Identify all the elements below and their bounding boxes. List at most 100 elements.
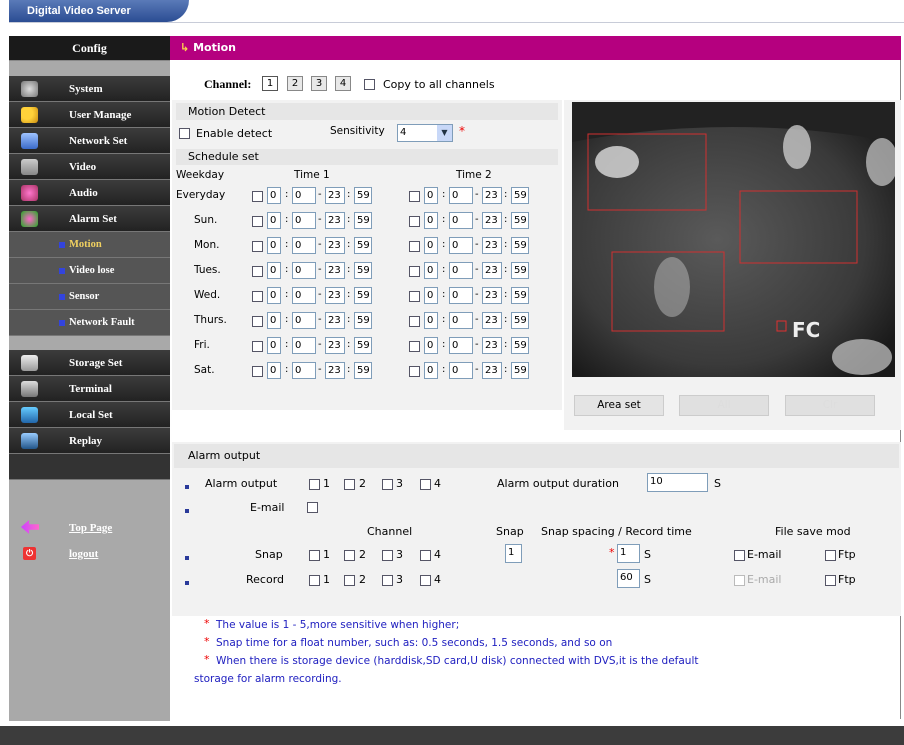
schedule-time-field[interactable]: 0 — [449, 312, 473, 329]
schedule-time-field[interactable]: 0 — [424, 262, 438, 279]
schedule-enable-checkbox-1[interactable] — [252, 241, 263, 252]
record-email-checkbox[interactable] — [734, 575, 745, 586]
channel-button-1[interactable]: 1 — [262, 76, 278, 91]
schedule-time-field[interactable]: 0 — [449, 362, 473, 379]
record-checkbox-3[interactable] — [382, 575, 393, 586]
schedule-enable-checkbox-1[interactable] — [252, 266, 263, 277]
schedule-time-field[interactable]: 23 — [325, 312, 345, 329]
schedule-time-field[interactable]: 59 — [511, 337, 529, 354]
schedule-time-field[interactable]: 0 — [449, 187, 473, 204]
schedule-enable-checkbox-1[interactable] — [252, 316, 263, 327]
schedule-time-field[interactable]: 0 — [267, 212, 281, 229]
alarm-output-checkbox-2[interactable] — [344, 479, 355, 490]
schedule-enable-checkbox-2[interactable] — [409, 366, 420, 377]
snap-count-input[interactable]: 1 — [505, 544, 522, 563]
sidebar-sub-video-lose[interactable]: Video lose — [9, 258, 170, 284]
snap-ftp-checkbox[interactable] — [825, 550, 836, 561]
schedule-enable-checkbox-1[interactable] — [252, 341, 263, 352]
schedule-time-field[interactable]: 59 — [511, 187, 529, 204]
sidebar-sub-motion[interactable]: Motion — [9, 232, 170, 258]
schedule-time-field[interactable]: 23 — [325, 362, 345, 379]
duration-input[interactable]: 10 — [647, 473, 708, 492]
schedule-enable-checkbox-2[interactable] — [409, 266, 420, 277]
schedule-time-field[interactable]: 23 — [482, 237, 502, 254]
schedule-enable-checkbox-1[interactable] — [252, 291, 263, 302]
schedule-enable-checkbox-2[interactable] — [409, 341, 420, 352]
schedule-time-field[interactable]: 59 — [354, 362, 372, 379]
enable-detect-checkbox[interactable] — [179, 128, 190, 139]
video-preview[interactable]: FC — [572, 102, 895, 377]
sidebar-item-replay[interactable]: Replay — [9, 428, 170, 454]
schedule-enable-checkbox-1[interactable] — [252, 216, 263, 227]
schedule-time-field[interactable]: 0 — [449, 337, 473, 354]
snap-checkbox-1[interactable] — [309, 550, 320, 561]
schedule-time-field[interactable]: 0 — [292, 362, 316, 379]
sidebar-item-network-set[interactable]: Network Set — [9, 128, 170, 154]
schedule-time-field[interactable]: 0 — [424, 287, 438, 304]
alarm-output-checkbox-1[interactable] — [309, 479, 320, 490]
schedule-time-field[interactable]: 23 — [325, 212, 345, 229]
channel-button-2[interactable]: 2 — [287, 76, 303, 91]
sidebar-item-audio[interactable]: Audio — [9, 180, 170, 206]
sensitivity-select[interactable]: 4 ▼ — [397, 124, 453, 142]
schedule-time-field[interactable]: 0 — [267, 312, 281, 329]
schedule-time-field[interactable]: 23 — [325, 262, 345, 279]
schedule-time-field[interactable]: 0 — [267, 287, 281, 304]
schedule-time-field[interactable]: 0 — [449, 287, 473, 304]
all-button[interactable]: All — [679, 395, 769, 416]
top-page-link[interactable]: Top Page — [9, 516, 170, 540]
schedule-time-field[interactable]: 0 — [424, 187, 438, 204]
schedule-time-field[interactable]: 23 — [482, 212, 502, 229]
schedule-enable-checkbox-1[interactable] — [252, 366, 263, 377]
snap-checkbox-4[interactable] — [420, 550, 431, 561]
schedule-time-field[interactable]: 0 — [267, 187, 281, 204]
schedule-time-field[interactable]: 0 — [424, 337, 438, 354]
schedule-time-field[interactable]: 0 — [424, 237, 438, 254]
schedule-time-field[interactable]: 0 — [267, 362, 281, 379]
snap-checkbox-3[interactable] — [382, 550, 393, 561]
record-ftp-checkbox[interactable] — [825, 575, 836, 586]
schedule-time-field[interactable]: 59 — [354, 212, 372, 229]
schedule-time-field[interactable]: 0 — [267, 237, 281, 254]
logout-link[interactable]: ⏻ logout — [9, 542, 170, 566]
record-checkbox-4[interactable] — [420, 575, 431, 586]
schedule-time-field[interactable]: 59 — [511, 237, 529, 254]
schedule-time-field[interactable]: 23 — [325, 337, 345, 354]
snap-checkbox-2[interactable] — [344, 550, 355, 561]
schedule-time-field[interactable]: 59 — [354, 337, 372, 354]
record-checkbox-1[interactable] — [309, 575, 320, 586]
schedule-time-field[interactable]: 0 — [449, 262, 473, 279]
sidebar-item-local-set[interactable]: Local Set — [9, 402, 170, 428]
sidebar-sub-sensor[interactable]: Sensor — [9, 284, 170, 310]
schedule-time-field[interactable]: 59 — [354, 287, 372, 304]
sidebar-item-video[interactable]: Video — [9, 154, 170, 180]
copy-all-checkbox[interactable] — [364, 79, 375, 90]
schedule-enable-checkbox-1[interactable] — [252, 191, 263, 202]
sidebar-item-alarm-set[interactable]: Alarm Set — [9, 206, 170, 232]
schedule-enable-checkbox-2[interactable] — [409, 316, 420, 327]
channel-button-3[interactable]: 3 — [311, 76, 327, 91]
schedule-time-field[interactable]: 23 — [482, 362, 502, 379]
schedule-time-field[interactable]: 23 — [325, 187, 345, 204]
schedule-time-field[interactable]: 0 — [292, 287, 316, 304]
sidebar-sub-network-fault[interactable]: Network Fault — [9, 310, 170, 336]
snap-email-checkbox[interactable] — [734, 550, 745, 561]
schedule-time-field[interactable]: 0 — [449, 212, 473, 229]
schedule-time-field[interactable]: 0 — [424, 312, 438, 329]
schedule-time-field[interactable]: 0 — [267, 337, 281, 354]
schedule-time-field[interactable]: 0 — [292, 212, 316, 229]
schedule-time-field[interactable]: 0 — [292, 262, 316, 279]
schedule-time-field[interactable]: 23 — [325, 237, 345, 254]
schedule-time-field[interactable]: 59 — [511, 262, 529, 279]
schedule-time-field[interactable]: 59 — [354, 262, 372, 279]
schedule-time-field[interactable]: 59 — [354, 312, 372, 329]
sidebar-item-storage-set[interactable]: Storage Set — [9, 350, 170, 376]
schedule-time-field[interactable]: 0 — [424, 212, 438, 229]
sidebar-item-system[interactable]: System — [9, 76, 170, 102]
clr-button[interactable]: Clr — [785, 395, 875, 416]
schedule-time-field[interactable]: 0 — [292, 312, 316, 329]
schedule-time-field[interactable]: 23 — [482, 337, 502, 354]
schedule-time-field[interactable]: 23 — [482, 262, 502, 279]
sidebar-item-terminal[interactable]: Terminal — [9, 376, 170, 402]
schedule-time-field[interactable]: 0 — [292, 187, 316, 204]
